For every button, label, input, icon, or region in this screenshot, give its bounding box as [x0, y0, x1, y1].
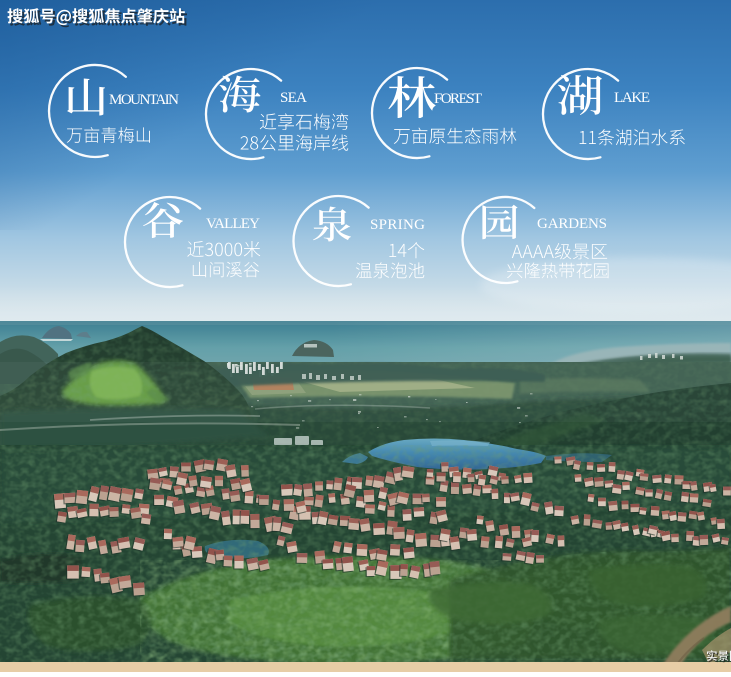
svg-text:LAKE: LAKE [614, 90, 650, 106]
svg-text:FOREST: FOREST [434, 91, 482, 107]
svg-text:SEA: SEA [280, 90, 307, 106]
svg-text:MOUNTAIN: MOUNTAIN [109, 92, 179, 108]
svg-text:SPRING: SPRING [370, 217, 425, 233]
svg-text:VALLEY: VALLEY [206, 216, 260, 232]
svg-text:GARDENS: GARDENS [537, 216, 607, 232]
